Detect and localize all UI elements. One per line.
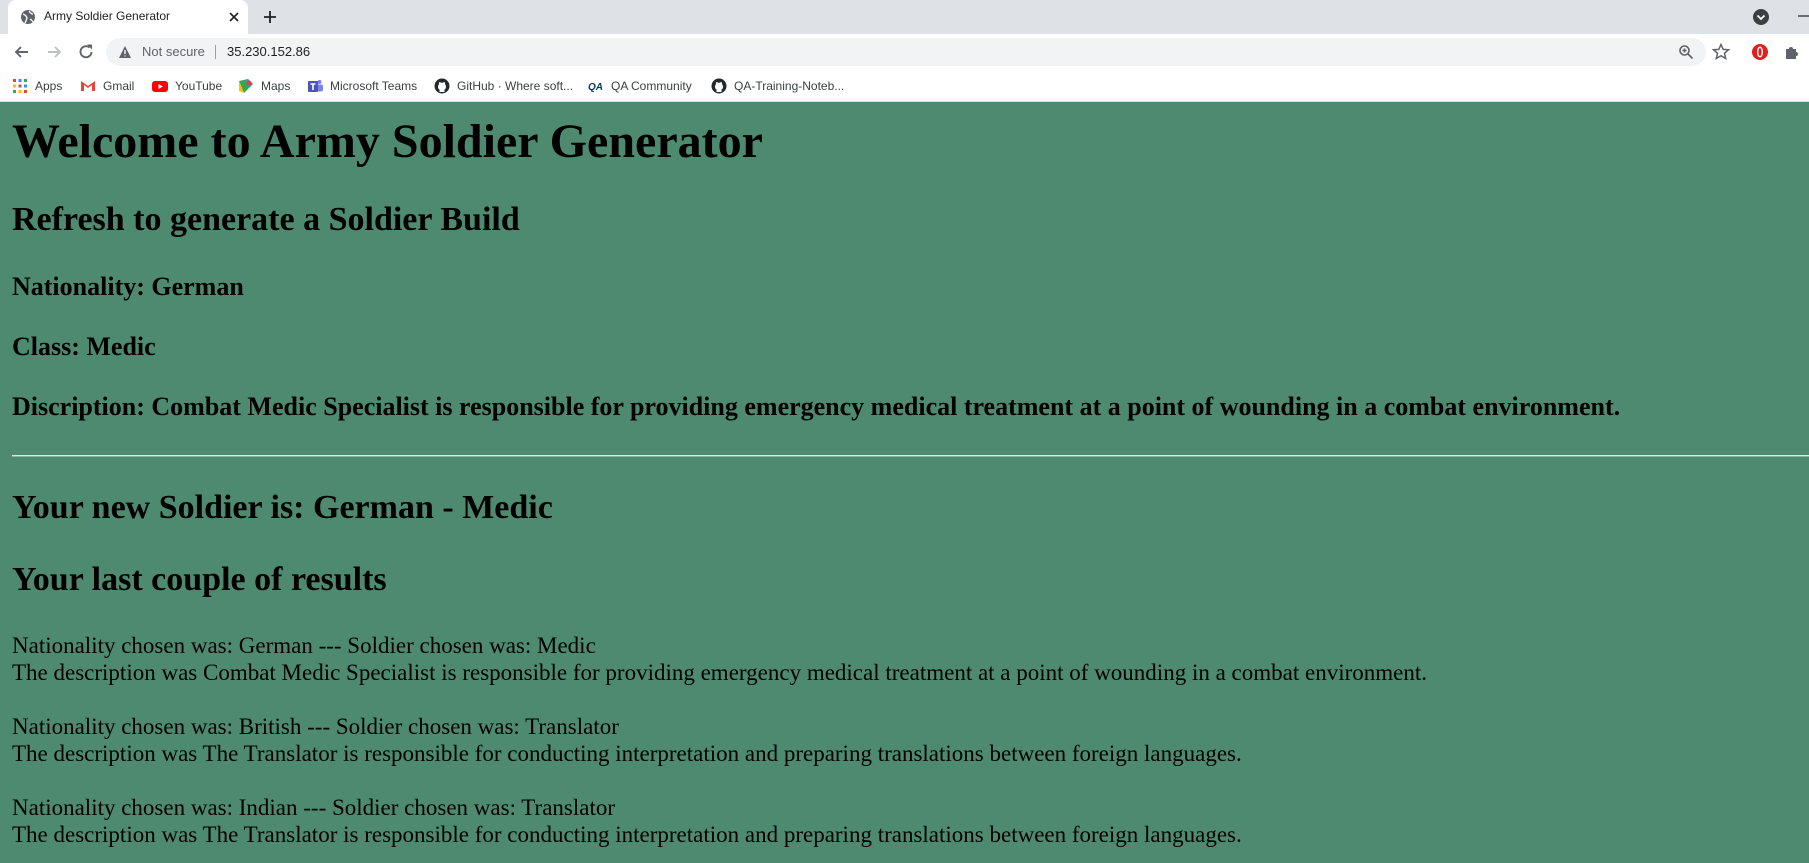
extensions-puzzle-icon[interactable]	[1783, 43, 1801, 61]
teams-icon	[308, 80, 323, 92]
address-bar[interactable]: Not secure 35.230.152.86	[106, 38, 1706, 66]
browser-toolbar: Not secure 35.230.152.86	[0, 34, 1809, 70]
youtube-icon	[152, 81, 168, 92]
tab-army-soldier-generator[interactable]: Army Soldier Generator	[8, 0, 248, 34]
bookmark-label: GitHub · Where soft...	[457, 79, 574, 93]
close-icon[interactable]	[226, 9, 242, 25]
bookmark-label: YouTube	[175, 79, 223, 93]
new-soldier-heading: Your new Soldier is: German - Medic	[12, 489, 553, 526]
page-title: Welcome to Army Soldier Generator	[12, 115, 763, 168]
bookmark-label: Apps	[35, 79, 63, 93]
bookmark-label: Maps	[261, 79, 291, 93]
class-line: Class: Medic	[12, 332, 156, 361]
bookmark-gmail[interactable]: Gmail	[80, 77, 134, 95]
adblock-extension-icon[interactable]	[1751, 43, 1769, 61]
qa-icon: QA	[588, 82, 603, 93]
bookmark-label: Gmail	[103, 79, 135, 93]
description-line: Discription: Combat Medic Specialist is …	[12, 392, 1621, 421]
bookmark-apps[interactable]: Apps	[12, 77, 62, 95]
result-description: The description was Combat Medic Special…	[12, 660, 1427, 685]
back-arrow-icon[interactable]	[12, 42, 32, 62]
result-item: Nationality chosen was: British --- Sold…	[12, 713, 1242, 767]
result-item: Nationality chosen was: German --- Soldi…	[12, 632, 1427, 686]
url-text[interactable]: 35.230.152.86	[227, 44, 310, 59]
bookmark-youtube[interactable]: YouTube	[152, 77, 222, 95]
security-label[interactable]: Not secure	[142, 44, 205, 59]
nationality-line: Nationality: German	[12, 272, 244, 301]
bookmarks-bar: Apps Gmail YouTube Maps Microsoft Teams …	[0, 70, 1809, 102]
bookmark-star-icon[interactable]	[1711, 42, 1731, 62]
tab-strip: Army Soldier Generator	[0, 0, 1809, 34]
page-subtitle: Refresh to generate a Soldier Build	[12, 201, 520, 238]
omnibox-separator	[215, 45, 216, 59]
result-description: The description was The Translator is re…	[12, 822, 1242, 847]
bookmark-label: QA-Training-Noteb...	[734, 79, 845, 93]
reload-icon[interactable]	[76, 42, 96, 62]
result-item: Nationality chosen was: Indian --- Soldi…	[12, 794, 1242, 848]
page-content: Welcome to Army Soldier Generator Refres…	[0, 102, 1809, 863]
zoom-icon[interactable]	[1678, 44, 1694, 60]
bookmark-microsoft-teams[interactable]: Microsoft Teams	[307, 77, 417, 95]
new-tab-icon[interactable]	[260, 7, 280, 27]
bookmark-label: Microsoft Teams	[330, 79, 418, 93]
bookmark-maps[interactable]: Maps	[238, 77, 290, 95]
gmail-icon	[81, 81, 95, 91]
globe-icon	[21, 10, 35, 24]
tab-title: Army Soldier Generator	[44, 9, 171, 23]
warning-icon[interactable]	[118, 45, 132, 59]
results-heading: Your last couple of results	[12, 561, 387, 598]
tab-search-icon[interactable]	[1752, 8, 1770, 26]
bookmark-qa-training-notebook[interactable]: QA-Training-Noteb...	[711, 77, 844, 95]
bookmark-qa-community[interactable]: QA QA Community	[588, 77, 692, 95]
github-icon	[434, 78, 450, 94]
bookmark-github[interactable]: GitHub · Where soft...	[434, 77, 573, 95]
apps-grid-icon	[13, 79, 27, 93]
browser-chrome: Army Soldier Generator Not secure 35.230…	[0, 0, 1809, 102]
svg-text:QA: QA	[588, 82, 603, 93]
bookmark-label: QA Community	[611, 79, 692, 93]
maps-icon	[239, 79, 253, 93]
github-icon	[711, 78, 727, 94]
horizontal-rule	[12, 455, 1809, 457]
result-description: The description was The Translator is re…	[12, 741, 1242, 766]
result-summary: Nationality chosen was: Indian --- Soldi…	[12, 795, 615, 820]
result-summary: Nationality chosen was: British --- Sold…	[12, 714, 619, 739]
minimize-icon[interactable]	[1796, 8, 1809, 24]
result-summary: Nationality chosen was: German --- Soldi…	[12, 633, 596, 658]
forward-arrow-icon[interactable]	[44, 42, 64, 62]
